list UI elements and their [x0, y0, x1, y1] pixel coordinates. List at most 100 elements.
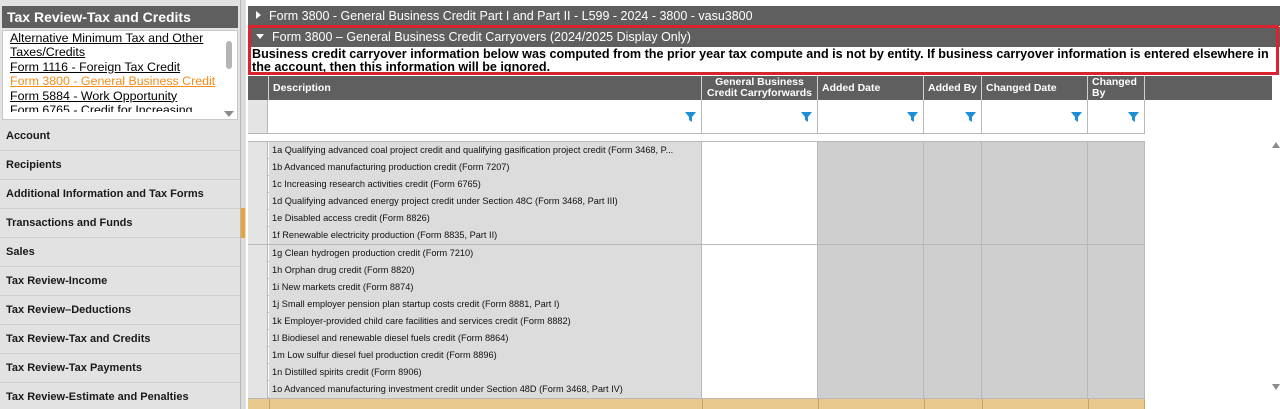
nav-recipients[interactable]: Recipients [0, 151, 240, 180]
nav-tax-review-estimate-penalties[interactable]: Tax Review-Estimate and Penalties [0, 383, 240, 409]
scroll-down-arrow-icon[interactable] [1272, 384, 1280, 390]
section-carryovers[interactable]: Form 3800 – General Business Credit Carr… [248, 27, 1280, 47]
row-selector[interactable] [248, 244, 268, 262]
link-form-6765[interactable]: Form 6765 - Credit for Increasing [3, 103, 217, 112]
cell-carryforward-amount[interactable] [702, 347, 818, 365]
nav-transactions-funds[interactable]: Transactions and Funds [0, 209, 240, 238]
link-form-5884[interactable]: Form 5884 - Work Opportunity [3, 89, 217, 103]
table-row[interactable]: 1o Advanced manufacturing investment cre… [248, 381, 1145, 399]
row-selector[interactable] [248, 330, 268, 348]
row-selector[interactable] [248, 142, 268, 159]
table-row[interactable]: 1j Small employer pension plan startup c… [248, 295, 1145, 313]
row-selector[interactable] [248, 227, 268, 245]
nav-account[interactable]: Account [0, 122, 240, 151]
filter-funnel-icon[interactable] [801, 112, 812, 123]
cell-carryforward-amount[interactable] [702, 330, 818, 348]
link-form-1116[interactable]: Form 1116 - Foreign Tax Credit [3, 60, 217, 74]
column-header-changed-date[interactable]: Changed Date [982, 76, 1088, 100]
filter-funnel-icon[interactable] [685, 112, 696, 123]
cell-carryforward-amount[interactable] [702, 261, 818, 279]
cell-carryforward-amount[interactable] [702, 364, 818, 382]
row-selector[interactable] [248, 159, 268, 177]
table-row[interactable]: 1h Orphan drug credit (Form 8820) [248, 261, 1145, 279]
row-selector[interactable] [248, 278, 268, 296]
link-list-scrollbar[interactable] [224, 33, 234, 117]
filter-funnel-icon[interactable] [965, 112, 976, 123]
table-row[interactable]: 1i New markets credit (Form 8874) [248, 278, 1145, 296]
table-row[interactable]: 1m Low sulfur diesel fuel production cre… [248, 347, 1145, 365]
filter-cell-changed-by[interactable] [1088, 100, 1145, 134]
cell-description: 1l Biodiesel and renewable diesel fuels … [269, 330, 702, 348]
filter-cell-added-by[interactable] [924, 100, 982, 134]
nav-additional-information[interactable]: Additional Information and Tax Forms [0, 180, 240, 209]
table-row[interactable]: 1l Biodiesel and renewable diesel fuels … [248, 330, 1145, 348]
scroll-up-arrow-icon[interactable] [1272, 142, 1280, 148]
app: Tax Review-Tax and Credits Alternative M… [0, 0, 1280, 409]
cell-carryforward-amount[interactable] [702, 312, 818, 330]
table-row[interactable]: 1e Disabled access credit (Form 8826) [248, 210, 1145, 228]
row-selector[interactable] [248, 364, 268, 382]
cell-changed-date [982, 261, 1088, 279]
column-header-added-date[interactable]: Added Date [818, 76, 924, 100]
cell-carryforward-amount[interactable] [702, 295, 818, 313]
filter-cell-description[interactable] [269, 100, 702, 134]
row-selector[interactable] [248, 381, 268, 399]
collapse-triangle-icon[interactable] [256, 34, 264, 39]
table-row[interactable]: 1g Clean hydrogen production credit (For… [248, 244, 1145, 262]
filter-funnel-icon[interactable] [1128, 112, 1139, 123]
cell-carryforward-amount[interactable] [702, 278, 818, 296]
filter-cell-added-date[interactable] [818, 100, 924, 134]
cell-carryforward-amount[interactable] [702, 159, 818, 177]
nav-tax-review-deductions[interactable]: Tax Review–Deductions [0, 296, 240, 325]
nav-tax-review-income[interactable]: Tax Review-Income [0, 267, 240, 296]
table-row[interactable]: 1a Qualifying advanced coal project cred… [248, 142, 1145, 160]
panel-splitter[interactable] [241, 0, 246, 409]
link-form-3800[interactable]: Form 3800 - General Business Credit [3, 74, 217, 88]
column-header-changed-by[interactable]: Changed By [1088, 76, 1145, 100]
nav-tax-review-tax-credits[interactable]: Tax Review-Tax and Credits [0, 325, 240, 354]
scroll-down-arrow-icon[interactable] [224, 111, 234, 117]
grid-body: 1a Qualifying advanced coal project cred… [248, 142, 1145, 399]
cell-changed-date [982, 210, 1088, 228]
cell-changed-by [1088, 142, 1145, 159]
splitter-grip[interactable] [241, 208, 245, 238]
row-selector[interactable] [248, 347, 268, 365]
filter-funnel-icon[interactable] [907, 112, 918, 123]
table-row[interactable]: 1k Employer-provided child care faciliti… [248, 312, 1145, 331]
nav-tax-review-tax-payments[interactable]: Tax Review-Tax Payments [0, 354, 240, 383]
nav-sales[interactable]: Sales [0, 238, 240, 267]
cell-changed-by [1088, 347, 1145, 365]
column-header-added-by[interactable]: Added By [924, 76, 982, 100]
grid-scrollbar[interactable] [1272, 76, 1280, 409]
cell-carryforward-amount[interactable] [702, 227, 818, 245]
column-header-carryforwards[interactable]: General Business Credit Carryforwards [702, 76, 818, 100]
cell-carryforward-amount[interactable] [702, 244, 818, 262]
row-selector[interactable] [248, 295, 268, 313]
scroll-thumb[interactable] [226, 41, 232, 69]
filter-cell-carryforwards[interactable] [702, 100, 818, 134]
table-row[interactable]: 1f Renewable electricity production (For… [248, 227, 1145, 245]
table-row[interactable]: 1d Qualifying advanced energy project cr… [248, 193, 1145, 211]
cell-changed-date [982, 278, 1088, 296]
cell-carryforward-amount[interactable] [702, 210, 818, 228]
cell-carryforward-amount[interactable] [702, 142, 818, 159]
row-selector[interactable] [248, 193, 268, 211]
cell-carryforward-amount[interactable] [702, 176, 818, 194]
cell-carryforward-amount[interactable] [702, 193, 818, 211]
table-row[interactable]: 1c Increasing research activities credit… [248, 176, 1145, 194]
column-header-description[interactable]: Description [269, 76, 702, 100]
cell-changed-by [1088, 210, 1145, 228]
filter-cell-changed-date[interactable] [982, 100, 1088, 134]
filter-funnel-icon[interactable] [1071, 112, 1082, 123]
table-row[interactable]: 1n Distilled spirits credit (Form 8906) [248, 364, 1145, 382]
row-selector[interactable] [248, 312, 268, 330]
table-row[interactable]: 1b Advanced manufacturing production cre… [248, 159, 1145, 177]
section-general-business-credit[interactable]: Form 3800 - General Business Credit Part… [248, 6, 1280, 26]
link-alternative-minimum-tax[interactable]: Alternative Minimum Tax and Other Taxes/… [3, 31, 217, 60]
carryover-grid: Description General Business Credit Carr… [248, 76, 1280, 409]
row-selector[interactable] [248, 176, 268, 194]
cell-carryforward-amount[interactable] [702, 381, 818, 399]
row-selector[interactable] [248, 210, 268, 228]
expand-triangle-icon[interactable] [256, 11, 261, 19]
row-selector[interactable] [248, 261, 268, 279]
